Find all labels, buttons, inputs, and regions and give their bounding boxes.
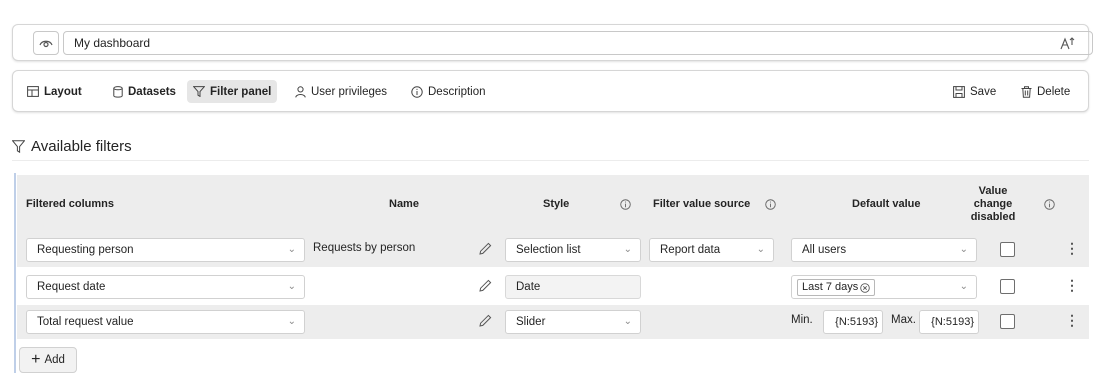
source-info-button[interactable] [765,175,776,233]
header-value-change-disabled: Value change disabled [970,175,1016,233]
save-icon [953,85,965,98]
more-vertical-icon[interactable]: ⋮ [1065,277,1079,294]
filtered-column-select[interactable]: Requesting person ⌄ [26,238,305,262]
tab-user-privileges-label: User privileges [311,85,388,98]
plus-icon: + [31,351,41,368]
section-title: Available filters [31,137,132,155]
info-icon [1044,198,1055,210]
filter-value-source-value: Report data [660,244,721,256]
text-size-icon[interactable] [1060,36,1076,50]
tab-user-privileges[interactable]: User privileges [289,80,393,103]
available-filters-heading: Available filters [12,136,132,156]
default-value-select[interactable]: All users ⌄ [791,238,977,262]
filtered-column-value: Request date [37,281,106,293]
user-icon [295,85,306,98]
dashboard-title-card: My dashboard [12,24,1093,61]
database-icon [113,85,123,98]
delete-label: Delete [1037,85,1071,98]
table-row: Request date ⌄ Date Last 7 days ⌄ ⋮ [17,270,1089,304]
more-vertical-icon[interactable]: ⋮ [1065,240,1079,257]
info-icon [620,198,631,210]
tab-layout[interactable]: Layout [21,80,88,103]
style-display: Date [505,275,641,299]
chevron-down-icon: ⌄ [756,244,765,255]
info-icon [411,85,423,98]
filtered-column-value: Total request value [37,316,134,328]
chevron-down-icon: ⌄ [623,244,632,255]
max-value-input[interactable]: {N:5193} [919,310,979,334]
header-default-value: Default value [852,198,921,210]
chevron-down-icon: ⌄ [623,316,632,327]
table-row: Total request value ⌄ Slider ⌄ Min. {N:5… [17,305,1089,339]
header-filter-value-source: Filter value source [653,198,751,210]
value-change-disabled-checkbox[interactable] [1000,279,1015,294]
dashboard-name-input[interactable]: My dashboard [63,31,1093,55]
max-label: Max. [891,314,916,326]
save-button[interactable]: Save [947,80,1002,103]
pencil-icon[interactable] [479,279,492,292]
default-value-chip: Last 7 days [797,279,876,296]
visibility-toggle-button[interactable] [33,31,59,55]
style-info-button[interactable] [620,175,631,233]
table-row: Requesting person ⌄ Requests by person S… [17,233,1089,267]
header-style: Style [543,198,570,210]
filter-icon [193,86,205,97]
header-value-change-disabled-line2: change [973,197,1013,210]
tab-layout-label: Layout [44,85,82,98]
info-icon [765,198,776,210]
style-value: Selection list [516,244,581,256]
add-filter-button[interactable]: + Add [19,347,77,373]
filter-value-source-select[interactable]: Report data ⌄ [649,238,774,262]
style-select[interactable]: Slider ⌄ [505,310,641,334]
filter-name: Requests by person [313,242,416,254]
tab-description-label: Description [428,85,486,98]
header-value-change-disabled-line1: Value [978,184,1008,197]
min-label: Min. [791,314,813,326]
value-change-disabled-checkbox[interactable] [1000,242,1015,257]
more-vertical-icon[interactable]: ⋮ [1065,312,1079,329]
chevron-down-icon: ⌄ [959,244,968,255]
header-name: Name [389,198,419,210]
pencil-icon[interactable] [479,314,492,327]
tab-description[interactable]: Description [405,80,492,103]
save-label: Save [970,85,997,98]
chevron-down-icon: ⌄ [287,316,296,327]
delete-button[interactable]: Delete [1015,80,1076,103]
filters-table-header: Filtered columns Name Style Filter value… [17,175,1089,233]
header-value-change-disabled-line3: disabled [970,210,1016,223]
tab-datasets[interactable]: Datasets [107,80,182,103]
tab-datasets-label: Datasets [128,85,176,98]
default-value-select[interactable]: Last 7 days ⌄ [791,275,977,299]
chevron-down-icon: ⌄ [287,244,296,255]
filtered-column-select[interactable]: Request date ⌄ [26,275,305,299]
default-value: All users [802,244,847,256]
header-filtered-columns: Filtered columns [26,198,115,210]
pencil-icon[interactable] [479,242,492,255]
layout-icon [27,86,39,97]
accent-bar [14,173,16,373]
default-value-chip-label: Last 7 days [802,281,859,293]
tab-filter-panel-label: Filter panel [210,85,272,98]
eye-icon [39,40,53,48]
style-value: Date [516,281,541,293]
clear-circle-icon[interactable] [860,282,871,293]
style-value: Slider [516,316,546,328]
dashboard-toolbar: Layout Datasets Filter panel User privil… [12,70,1089,112]
add-label: Add [44,354,65,366]
disabled-info-button[interactable] [1044,175,1055,233]
min-value-input[interactable]: {N:5193} [823,310,883,334]
filtered-column-value: Requesting person [37,244,134,256]
section-divider [12,160,1089,161]
tab-filter-panel[interactable]: Filter panel [187,80,278,103]
chevron-down-icon: ⌄ [287,281,296,292]
style-select[interactable]: Selection list ⌄ [505,238,641,262]
trash-icon [1021,85,1032,98]
dashboard-name-value: My dashboard [74,36,151,50]
value-change-disabled-checkbox[interactable] [1000,314,1015,329]
filter-icon [12,139,25,153]
filtered-column-select[interactable]: Total request value ⌄ [26,310,305,334]
chevron-down-icon: ⌄ [959,281,968,292]
